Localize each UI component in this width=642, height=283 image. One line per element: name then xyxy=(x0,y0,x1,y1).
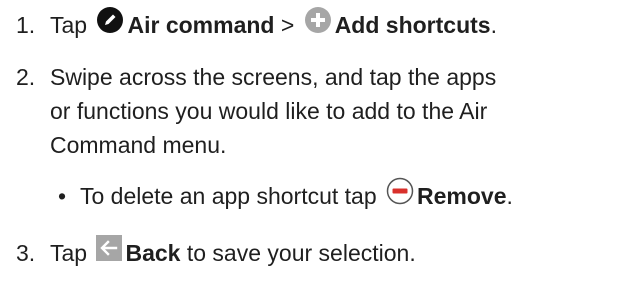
plus-circle-icon xyxy=(304,6,332,43)
separator: > xyxy=(280,12,295,38)
instruction-list: 1. Tap Air command > Add shortcuts. 2. S… xyxy=(0,0,642,283)
step-line-1: Swipe across the screens, and tap the ap… xyxy=(50,64,497,90)
pen-circle-icon xyxy=(96,6,124,43)
step-line-2: or functions you would like to add to th… xyxy=(50,98,488,124)
step-number: 3. xyxy=(16,240,36,266)
remove-label: Remove xyxy=(417,183,507,209)
bullet-item: • To delete an app shortcut tap Remove. xyxy=(50,177,513,216)
back-label: Back xyxy=(125,240,181,266)
step-text: Tap Air command > Add shortcuts. xyxy=(50,6,640,45)
step-prefix: Tap xyxy=(50,12,88,38)
step-suffix: . xyxy=(490,12,497,38)
bullet-text: To delete an app shortcut tap xyxy=(79,183,377,209)
step-line-3: Command menu. xyxy=(50,132,227,158)
add-shortcuts-label: Add shortcuts xyxy=(334,12,491,38)
minus-circle-icon xyxy=(386,177,414,214)
bullet-suffix: . xyxy=(506,183,513,209)
back-arrow-icon xyxy=(96,235,123,270)
bullet-marker: • xyxy=(57,183,67,209)
step-number: 2. xyxy=(16,64,36,90)
step-prefix: Tap xyxy=(50,240,88,266)
step-rest: to save your selection. xyxy=(186,240,416,266)
step-number: 1. xyxy=(16,12,36,38)
step-text: Tap Back to save your selection. xyxy=(50,235,640,272)
air-command-label: Air command xyxy=(127,12,275,38)
